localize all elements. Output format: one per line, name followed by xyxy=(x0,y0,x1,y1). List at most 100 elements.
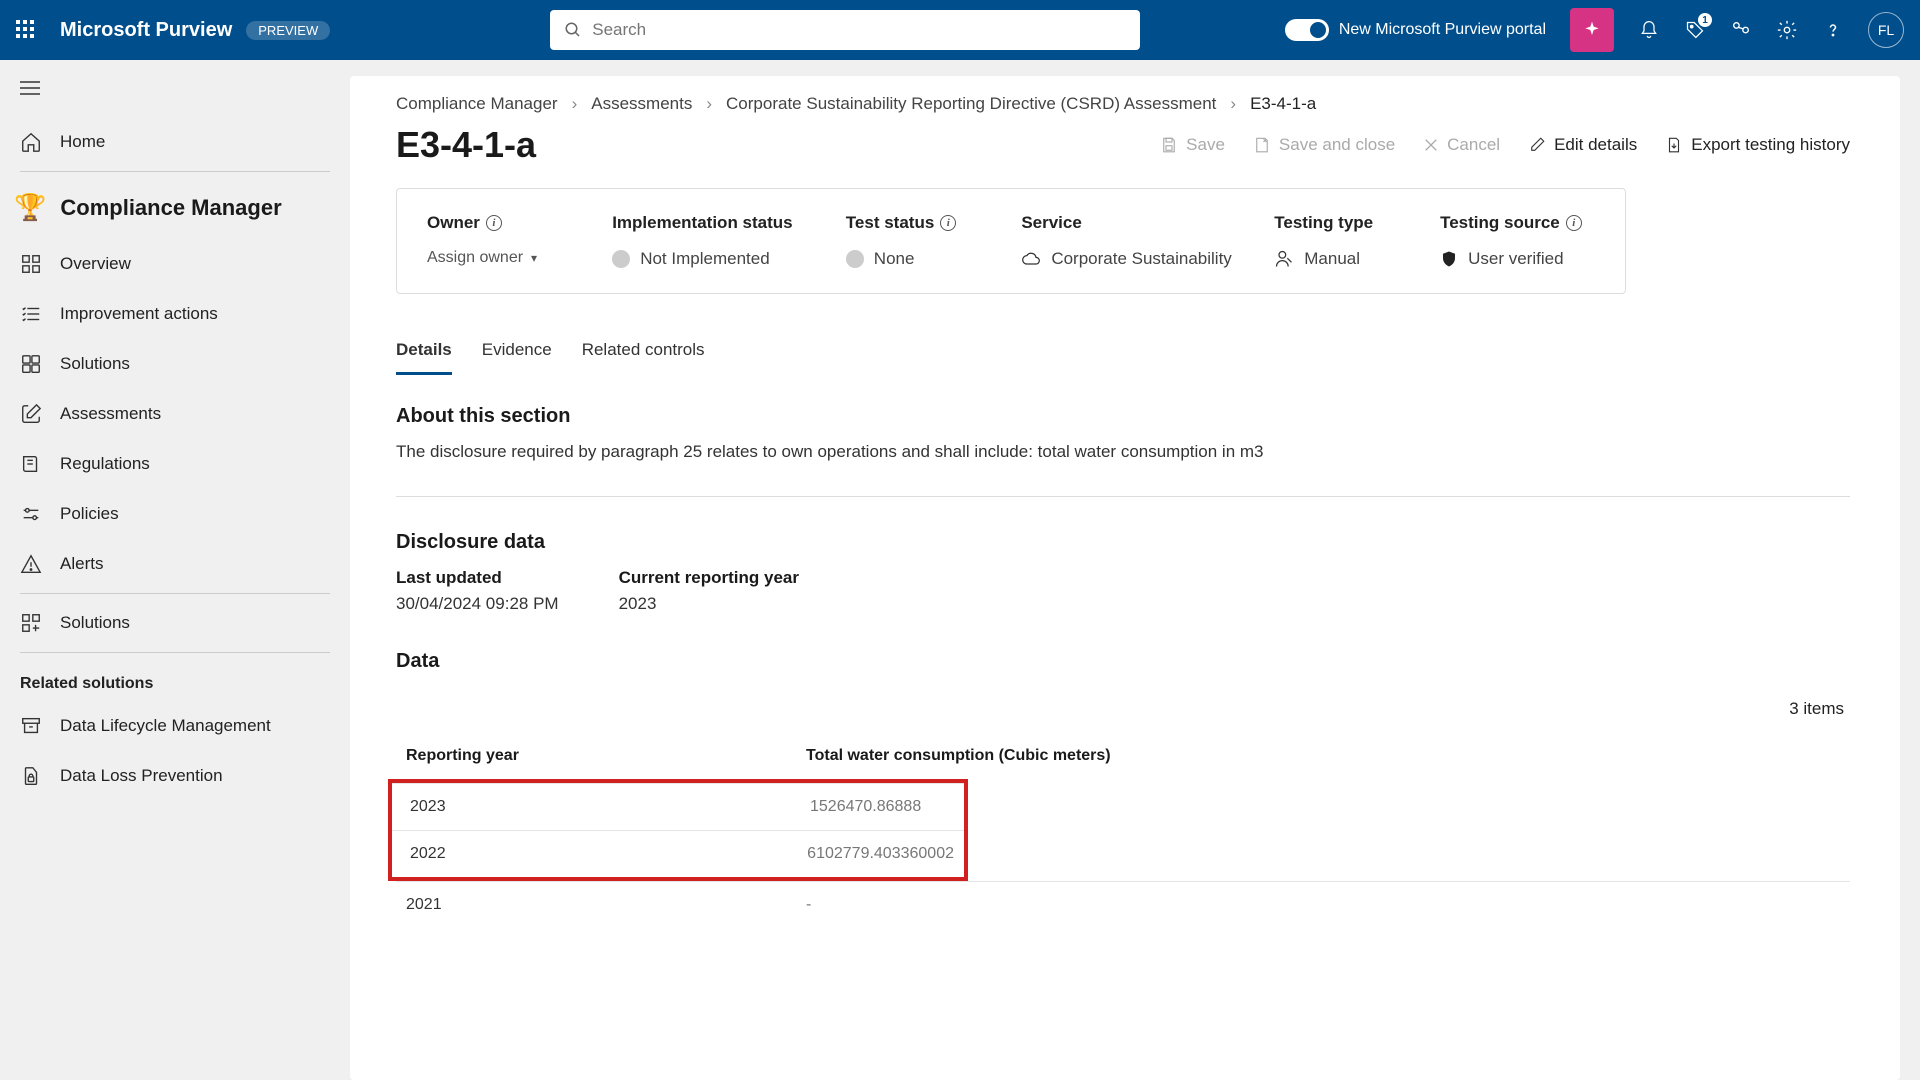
export-history-button[interactable]: Export testing history xyxy=(1665,135,1850,155)
action-label: Cancel xyxy=(1447,135,1500,155)
hamburger-icon xyxy=(20,80,40,96)
disclosure-meta: Last updated 30/04/2024 09:28 PM Current… xyxy=(396,568,1850,614)
service-value: Corporate Sustainability xyxy=(1021,249,1234,269)
data-table: Reporting year Total water consumption (… xyxy=(396,733,1850,928)
table-row[interactable]: 2023 1526470.86888 xyxy=(392,783,964,830)
edit-details-button[interactable]: Edit details xyxy=(1528,135,1637,155)
help-button[interactable] xyxy=(1822,19,1844,41)
shield-icon xyxy=(1440,250,1458,268)
testing-source-label: Testing sourcei xyxy=(1440,213,1595,233)
testing-type-value: Manual xyxy=(1274,249,1400,269)
sidebar-item-overview[interactable]: Overview xyxy=(0,239,350,289)
sidebar-item-improvement[interactable]: Improvement actions xyxy=(0,289,350,339)
help-icon xyxy=(1823,20,1843,40)
divider xyxy=(20,593,330,594)
modules-icon xyxy=(20,353,42,375)
list-check-icon xyxy=(20,303,42,325)
page-actions: Save Save and close Cancel Edit details xyxy=(1160,135,1850,155)
sidebar-label: Data Lifecycle Management xyxy=(60,716,271,736)
main-content: Compliance Manager › Assessments › Corpo… xyxy=(350,76,1900,1080)
sidebar-label: Overview xyxy=(60,254,131,274)
reporting-year-value: 2023 xyxy=(619,594,799,614)
home-icon xyxy=(20,131,42,153)
tab-related-controls[interactable]: Related controls xyxy=(582,332,705,375)
sidebar-item-assessments[interactable]: Assessments xyxy=(0,389,350,439)
sidebar-item-alerts[interactable]: Alerts xyxy=(0,539,350,589)
sidebar-label: Solutions xyxy=(60,613,130,633)
app-launcher-icon[interactable] xyxy=(16,20,36,40)
export-icon xyxy=(1665,136,1683,154)
save-icon xyxy=(1160,136,1178,154)
chevron-right-icon: › xyxy=(1230,94,1236,114)
sidebar-label: Assessments xyxy=(60,404,161,424)
assign-owner-button[interactable]: Assign owner▾ xyxy=(427,249,572,267)
cancel-button: Cancel xyxy=(1423,135,1500,155)
testing-type-label: Testing type xyxy=(1274,213,1400,233)
reporting-year-label: Current reporting year xyxy=(619,568,799,588)
sidebar-section-title: Compliance Manager xyxy=(60,195,281,221)
breadcrumb-current: E3-4-1-a xyxy=(1250,94,1316,114)
cloud-icon xyxy=(1021,249,1041,269)
settings-button[interactable] xyxy=(1776,19,1798,41)
global-header: Microsoft Purview PREVIEW New Microsoft … xyxy=(0,0,1920,60)
owner-label: Owneri xyxy=(427,213,572,233)
breadcrumb-item[interactable]: Assessments xyxy=(591,94,692,114)
sidebar-item-data-loss[interactable]: Data Loss Prevention xyxy=(0,751,350,801)
notifications-button[interactable] xyxy=(1638,19,1660,41)
tab-evidence[interactable]: Evidence xyxy=(482,332,552,375)
chevron-right-icon: › xyxy=(572,94,578,114)
last-updated-value: 30/04/2024 09:28 PM xyxy=(396,594,559,614)
cell-year: 2023 xyxy=(410,798,810,816)
pencil-icon xyxy=(1528,136,1546,154)
connections-button[interactable] xyxy=(1730,19,1752,41)
table-row[interactable]: 2021 - xyxy=(396,881,1850,928)
search-input[interactable] xyxy=(592,20,1126,40)
search-box[interactable] xyxy=(550,10,1140,50)
sidebar-collapse-button[interactable] xyxy=(0,72,350,117)
cell-year: 2021 xyxy=(406,896,806,914)
preview-badge: PREVIEW xyxy=(246,21,330,40)
tab-details[interactable]: Details xyxy=(396,332,452,375)
service-label: Service xyxy=(1021,213,1234,233)
action-label: Edit details xyxy=(1554,135,1637,155)
table-header: Reporting year Total water consumption (… xyxy=(396,733,1850,779)
alert-icon xyxy=(20,553,42,575)
cell-value: 6102779.403360002 xyxy=(807,845,954,863)
sidebar-item-regulations[interactable]: Regulations xyxy=(0,439,350,489)
sidebar-item-solutions-2[interactable]: Solutions xyxy=(0,598,350,648)
last-updated-label: Last updated xyxy=(396,568,559,588)
impl-status-label: Implementation status xyxy=(612,213,806,233)
column-header-consumption[interactable]: Total water consumption (Cubic meters) xyxy=(806,747,1840,765)
tasks-button[interactable]: 1 xyxy=(1684,19,1706,41)
status-dot-icon xyxy=(612,250,630,268)
info-icon[interactable]: i xyxy=(486,215,502,231)
lock-file-icon xyxy=(20,765,42,787)
book-icon xyxy=(20,453,42,475)
cell-value: 1526470.86888 xyxy=(810,798,954,816)
breadcrumb: Compliance Manager › Assessments › Corpo… xyxy=(396,94,1850,114)
sidebar-label: Data Loss Prevention xyxy=(60,766,223,786)
action-label: Save and close xyxy=(1279,135,1395,155)
page-title: E3-4-1-a xyxy=(396,124,536,166)
impl-status-value: Not Implemented xyxy=(612,249,806,269)
portal-toggle-group: New Microsoft Purview portal xyxy=(1285,19,1546,41)
sidebar-label: Policies xyxy=(60,504,119,524)
table-row[interactable]: 2022 6102779.403360002 xyxy=(392,830,964,877)
sidebar-item-policies[interactable]: Policies xyxy=(0,489,350,539)
sidebar-item-solutions[interactable]: Solutions xyxy=(0,339,350,389)
copilot-button[interactable] xyxy=(1570,8,1614,52)
sidebar-item-home[interactable]: Home xyxy=(0,117,350,167)
user-avatar[interactable]: FL xyxy=(1868,12,1904,48)
breadcrumb-item[interactable]: Corporate Sustainability Reporting Direc… xyxy=(726,94,1216,114)
portal-toggle[interactable] xyxy=(1285,19,1329,41)
sidebar-section-compliance[interactable]: 🏆 Compliance Manager xyxy=(0,176,350,239)
title-bar: E3-4-1-a Save Save and close Cancel xyxy=(396,124,1850,166)
column-header-year[interactable]: Reporting year xyxy=(406,747,806,765)
people-icon xyxy=(1730,19,1752,41)
save-close-button: Save and close xyxy=(1253,135,1395,155)
apps-icon xyxy=(20,612,42,634)
info-icon[interactable]: i xyxy=(940,215,956,231)
breadcrumb-item[interactable]: Compliance Manager xyxy=(396,94,558,114)
info-icon[interactable]: i xyxy=(1566,215,1582,231)
sidebar-item-data-lifecycle[interactable]: Data Lifecycle Management xyxy=(0,701,350,751)
